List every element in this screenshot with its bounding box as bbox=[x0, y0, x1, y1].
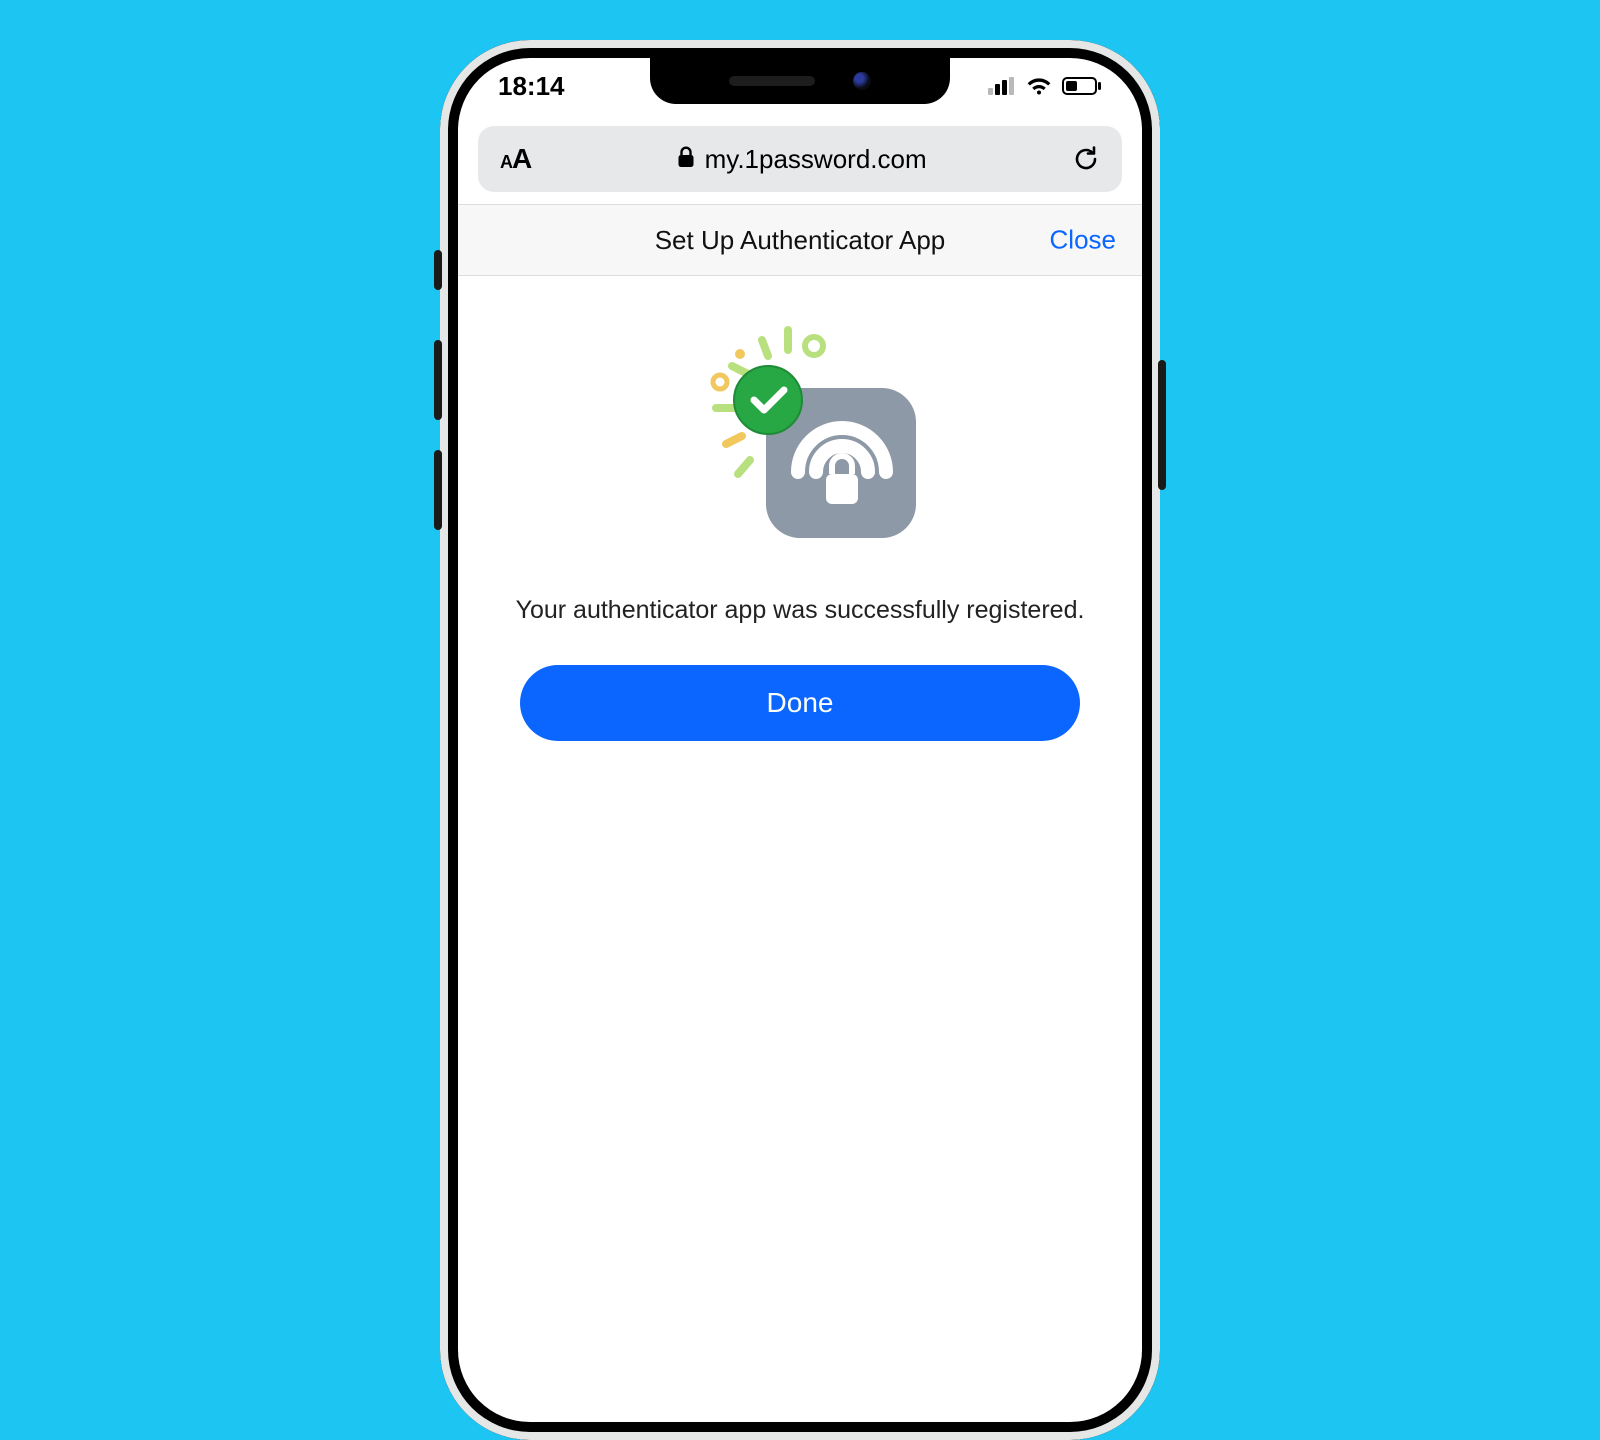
power-button bbox=[1158, 360, 1166, 490]
modal-content: Your authenticator app was successfully … bbox=[458, 276, 1142, 741]
browser-url-bar[interactable]: AA my.1password.com bbox=[478, 126, 1122, 192]
modal-title: Set Up Authenticator App bbox=[655, 225, 946, 256]
volume-up-button bbox=[434, 340, 442, 420]
modal-header: Set Up Authenticator App Close bbox=[458, 204, 1142, 276]
url-text: my.1password.com bbox=[705, 144, 927, 175]
text-size-button[interactable]: AA bbox=[500, 143, 531, 175]
speaker-grille bbox=[729, 76, 815, 86]
volume-down-button bbox=[434, 450, 442, 530]
reload-button[interactable] bbox=[1072, 144, 1100, 174]
status-time: 18:14 bbox=[498, 71, 565, 102]
done-button[interactable]: Done bbox=[520, 665, 1080, 741]
device-notch bbox=[650, 58, 950, 104]
lock-icon bbox=[677, 144, 695, 175]
success-message: Your authenticator app was successfully … bbox=[498, 596, 1102, 625]
success-illustration bbox=[670, 316, 930, 576]
phone-screen: 18:14 bbox=[458, 58, 1142, 1422]
cellular-signal-icon bbox=[988, 77, 1016, 95]
wifi-icon bbox=[1026, 76, 1052, 96]
phone-frame: 18:14 bbox=[440, 40, 1160, 1440]
mute-switch bbox=[434, 250, 442, 290]
front-camera bbox=[853, 72, 871, 90]
battery-icon bbox=[1062, 77, 1102, 95]
close-button[interactable]: Close bbox=[1050, 225, 1116, 256]
